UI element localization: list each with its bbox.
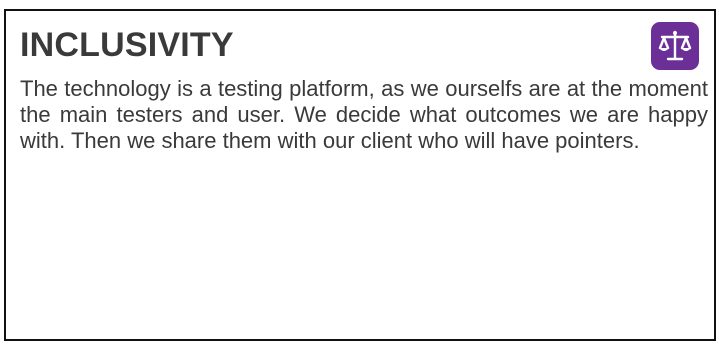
card-body-text: The technology is a testing platform, as… bbox=[20, 76, 708, 153]
inclusivity-card: INCLUSIVITY The technology is a testing … bbox=[4, 9, 716, 341]
card-title: INCLUSIVITY bbox=[20, 26, 234, 64]
balance-scale-icon bbox=[651, 22, 699, 70]
